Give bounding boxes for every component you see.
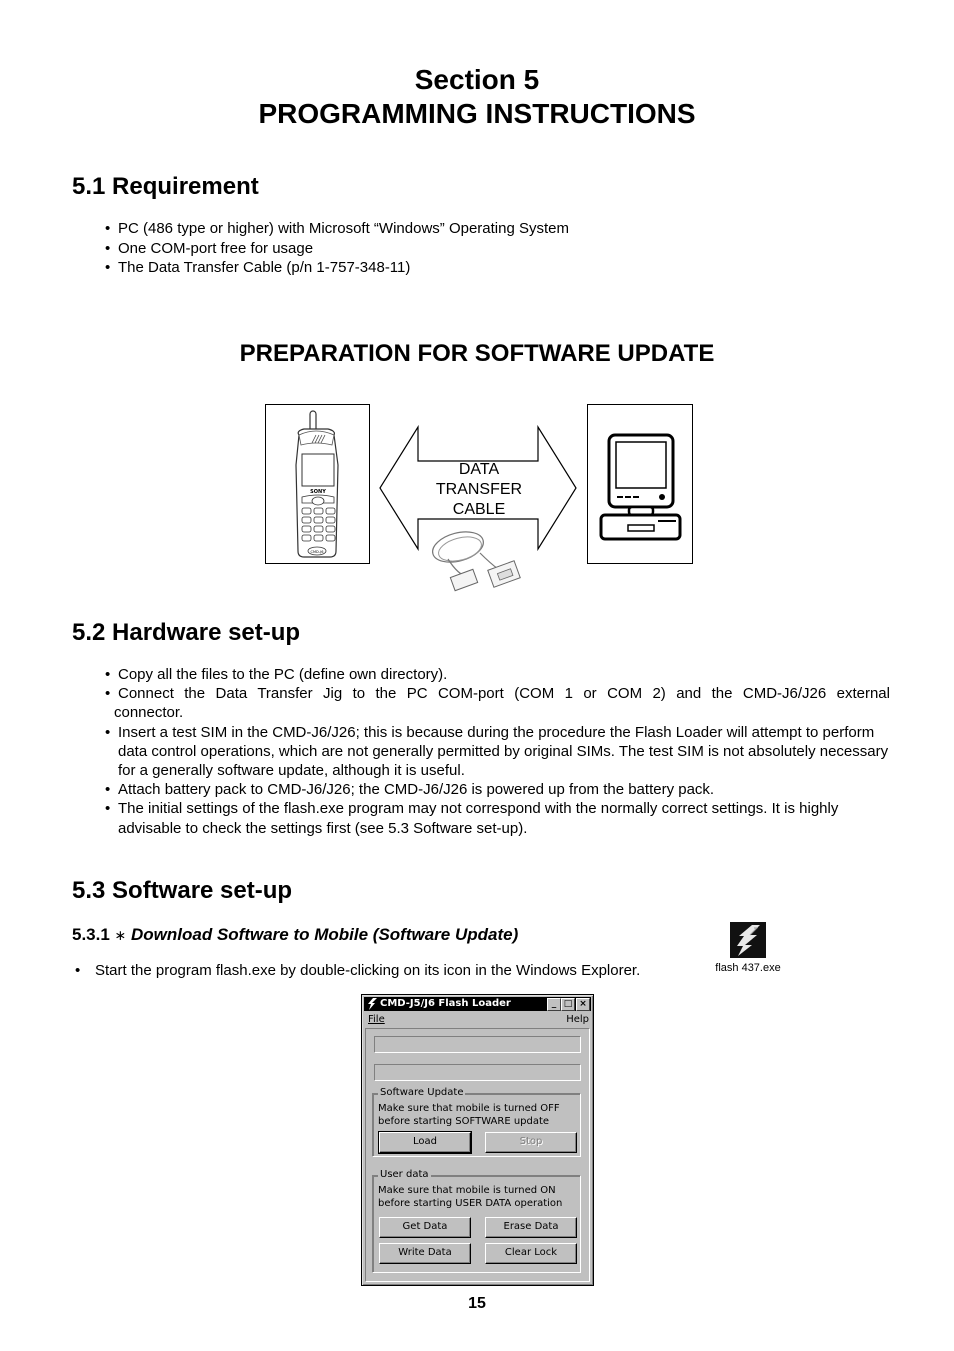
flash-icon-label: flash 437.exe xyxy=(715,962,781,974)
computer-figure xyxy=(587,404,693,564)
arrow-label: DATA TRANSFER CABLE xyxy=(378,460,580,520)
arrow-label-line: TRANSFER xyxy=(435,481,523,498)
write-data-button[interactable]: Write Data xyxy=(379,1243,471,1264)
software-update-group: Software Update Make sure that mobile is… xyxy=(372,1086,581,1157)
subheading-download: 5.3.1 ∗ Download Software to Mobile (Sof… xyxy=(72,925,518,945)
transfer-diagram: DATA TRANSFER CABLE xyxy=(378,425,580,600)
list-item-text: Connect the Data Transfer Jig to the PC … xyxy=(118,685,890,703)
subheading-marker: ∗ xyxy=(114,927,127,943)
get-data-button[interactable]: Get Data xyxy=(379,1217,471,1238)
section-title: Section 5 xyxy=(414,64,540,95)
group-label: Software Update xyxy=(378,1086,466,1100)
list-item: Connect the Data Transfer Jig to the PC … xyxy=(105,684,890,722)
note-line: before starting USER DATA operation xyxy=(378,1198,563,1209)
subheading-number: 5.3.1 xyxy=(72,925,110,944)
chapter-title: PROGRAMMING INSTRUCTIONS xyxy=(258,98,696,129)
phone-model: CMD-J6 xyxy=(311,550,324,554)
heading-preparation: PREPARATION FOR SOFTWARE UPDATE xyxy=(239,340,715,367)
load-button[interactable]: Load xyxy=(378,1131,472,1154)
bullet: • xyxy=(75,962,81,979)
computer-icon xyxy=(599,433,682,541)
list-item: The Data Transfer Cable (p/n 1-757-348-1… xyxy=(105,258,569,278)
status-field-2 xyxy=(374,1064,581,1081)
flash-icon xyxy=(730,922,766,958)
phone-brand: SONY xyxy=(310,489,326,495)
menu-help[interactable]: Help xyxy=(566,1013,589,1027)
note-line: Make sure that mobile is turned OFF xyxy=(378,1103,560,1114)
list-item: Copy all the files to the PC (define own… xyxy=(105,665,890,684)
clear-lock-button[interactable]: Clear Lock xyxy=(485,1243,577,1264)
heading-requirement: 5.1 Requirement xyxy=(72,173,259,200)
arrow-label-line: CABLE xyxy=(452,501,506,518)
list-item: Attach battery pack to CMD-J6/J26; the C… xyxy=(105,780,890,799)
note-line: before starting SOFTWARE update xyxy=(378,1116,550,1127)
group-label: User data xyxy=(378,1168,431,1182)
serial-cable-icon xyxy=(432,531,521,592)
status-field-1 xyxy=(374,1036,581,1053)
mobile-phone-icon: SONY CMD-J6 xyxy=(295,410,339,558)
stop-button[interactable]: Stop xyxy=(485,1132,577,1153)
list-item-continuation: connector. xyxy=(114,704,184,722)
user-data-note: Make sure that mobile is turned ON befor… xyxy=(378,1184,562,1210)
erase-data-button[interactable]: Erase Data xyxy=(485,1217,577,1238)
flash-loader-window: CMD-J5/J6 Flash Loader _ □ × File Help S… xyxy=(361,994,594,1286)
menu-bar: File Help xyxy=(368,1013,589,1027)
page-number: 15 xyxy=(468,1295,486,1312)
title-bar[interactable]: CMD-J5/J6 Flash Loader _ □ × xyxy=(364,997,591,1011)
window-client-area: Software Update Make sure that mobile is… xyxy=(365,1028,590,1282)
list-item: PC (486 type or higher) with Microsoft “… xyxy=(105,219,569,239)
phone-figure: SONY CMD-J6 xyxy=(265,404,370,564)
step-text: Start the program flash.exe by double-cl… xyxy=(95,962,641,979)
flash-exe-file[interactable]: flash 437.exe xyxy=(709,922,787,974)
list-item: One COM-port free for usage xyxy=(105,239,569,259)
heading-hardware-setup: 5.2 Hardware set-up xyxy=(72,619,301,646)
software-update-note: Make sure that mobile is turned OFF befo… xyxy=(378,1102,560,1128)
subheading-title: Download Software to Mobile (Software Up… xyxy=(131,925,519,944)
arrow-label-line: DATA xyxy=(458,461,500,478)
close-button[interactable]: × xyxy=(576,998,590,1011)
hardware-setup-list: Copy all the files to the PC (define own… xyxy=(105,665,890,838)
minimize-button[interactable]: _ xyxy=(547,998,561,1011)
user-data-group: User data Make sure that mobile is turne… xyxy=(372,1168,581,1273)
requirement-list: PC (486 type or higher) with Microsoft “… xyxy=(105,219,569,278)
menu-file[interactable]: File xyxy=(368,1013,385,1027)
list-item: The initial settings of the flash.exe pr… xyxy=(105,799,890,837)
heading-software-setup: 5.3 Software set-up xyxy=(72,877,293,904)
window-title: CMD-J5/J6 Flash Loader xyxy=(380,998,511,1009)
app-flash-icon xyxy=(368,998,377,1010)
maximize-button[interactable]: □ xyxy=(561,998,575,1011)
note-line: Make sure that mobile is turned ON xyxy=(378,1185,556,1196)
list-item: Insert a test SIM in the CMD-J6/J26; thi… xyxy=(105,723,890,781)
